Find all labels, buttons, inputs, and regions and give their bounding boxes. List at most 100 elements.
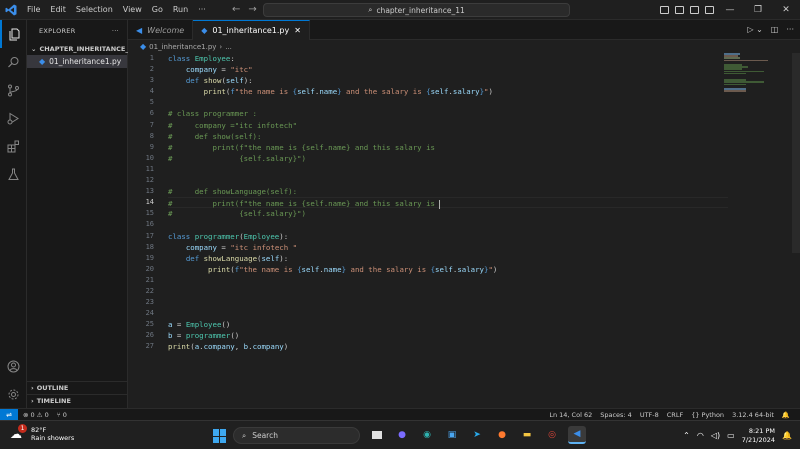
code-line-current: # print(f"the name is {self.name} and th… (168, 197, 728, 209)
account-icon[interactable] (0, 352, 27, 380)
close-icon[interactable]: ✕ (772, 0, 800, 20)
code-line: # company ="itc infotech" (168, 120, 298, 130)
line-number: 19 (145, 253, 154, 262)
code-line: # {self.salary}") (168, 153, 306, 163)
meet-app-icon[interactable]: ● (393, 426, 411, 444)
volume-icon[interactable]: ◁) (711, 431, 720, 440)
vscode-taskbar-icon[interactable]: ◀ (568, 426, 586, 444)
line-number: 27 (145, 342, 154, 351)
problems-indicator[interactable]: ⊗ 0 ⚠ 0 (23, 411, 49, 419)
ports-indicator[interactable]: ⑂ 0 (57, 411, 67, 419)
file-item[interactable]: ◆ 01_inheritance1.py (27, 55, 127, 68)
chevron-right-icon: › (31, 396, 34, 405)
explorer-icon[interactable] (0, 20, 27, 48)
minimap[interactable] (724, 53, 784, 93)
code-editor[interactable]: 1 2 3 4 5 6 7 8 9 10 11 12 13 14 15 16 17 18 19 20 21 22 23 24 2… (128, 53, 800, 408)
code-lines[interactable]: class Employee: company = "itc" def show… (168, 53, 728, 353)
edge-browser-icon[interactable]: ◉ (418, 426, 436, 444)
breadcrumb: ◆ 01_inheritance1.py › ... (128, 40, 800, 53)
command-center[interactable]: ⌕ chapter_inheritance_11 (263, 3, 570, 17)
minimize-icon[interactable]: — (716, 0, 744, 20)
customize-layout-icon[interactable] (705, 6, 714, 14)
code-line: # print(f"the name is {self.name} and th… (168, 142, 435, 152)
search-icon: ⌕ (242, 430, 247, 440)
telegram-icon[interactable]: ➤ (468, 426, 486, 444)
code-line: print(a.company, b.company) (168, 342, 289, 352)
code-line: print(f"the name is {self.name} and the … (203, 87, 493, 97)
menu-more[interactable]: ··· (193, 0, 211, 20)
manage-gear-icon[interactable] (0, 380, 27, 408)
testing-flask-icon[interactable] (0, 160, 27, 188)
line-number: 16 (145, 220, 154, 229)
weather-temperature: 82°F (31, 426, 47, 434)
tab-welcome[interactable]: ◀ Welcome (128, 20, 194, 40)
windows-start-icon[interactable] (213, 429, 227, 443)
search-view-icon[interactable] (0, 48, 27, 76)
more-actions-icon[interactable]: ··· (786, 20, 794, 40)
weather-description: Rain showers (31, 434, 75, 442)
menu-file[interactable]: File (22, 0, 45, 20)
code-line: b = programmer() (168, 331, 240, 341)
menu-selection[interactable]: Selection (71, 0, 118, 20)
task-view-icon[interactable] (368, 426, 386, 444)
folder-root[interactable]: ⌄ CHAPTER_INHERITANCE_11 (27, 42, 138, 55)
split-editor-icon[interactable]: ◫ (771, 20, 779, 40)
line-number: 9 (149, 142, 154, 151)
line-number: 6 (149, 109, 154, 118)
notification-center-icon[interactable]: 🔔 (782, 431, 792, 440)
clock[interactable]: 8:21 PM 7/21/2024 (742, 427, 775, 445)
menu-edit[interactable]: Edit (45, 0, 71, 20)
toggle-sidebar-icon[interactable] (660, 6, 669, 14)
vertical-scrollbar[interactable] (792, 53, 800, 253)
menu-run[interactable]: Run (168, 0, 193, 20)
breadcrumb-rest[interactable]: ... (225, 43, 232, 51)
python-file-icon: ◆ (140, 42, 147, 51)
menu-view[interactable]: View (118, 0, 147, 20)
code-line: def showLanguage(self): (185, 253, 289, 263)
wifi-icon[interactable]: ◠ (697, 431, 704, 440)
breadcrumb-file[interactable]: 01_inheritance1.py (149, 43, 216, 51)
system-tray: ⌃ ◠ ◁) ▭ 8:21 PM 7/21/2024 🔔 (683, 421, 792, 449)
restore-icon[interactable]: ❐ (744, 0, 772, 20)
explorer-title: EXPLORER (39, 27, 76, 35)
timeline-section[interactable]: › TIMELINE (27, 394, 128, 406)
line-number: 26 (145, 331, 154, 340)
store-icon[interactable]: ▣ (443, 426, 461, 444)
menu-go[interactable]: Go (147, 0, 168, 20)
activity-bar (0, 20, 27, 408)
line-number: 17 (145, 231, 154, 240)
python-file-icon: ◆ (39, 57, 46, 66)
clock-time: 8:21 PM (748, 426, 776, 435)
source-control-icon[interactable] (0, 76, 27, 104)
nav-arrows: ← → (232, 0, 257, 20)
battery-icon[interactable]: ▭ (727, 431, 735, 440)
toggle-secondary-sidebar-icon[interactable] (690, 6, 699, 14)
chevron-right-icon: › (31, 383, 34, 392)
line-number: 10 (145, 153, 154, 162)
toggle-panel-icon[interactable] (675, 6, 684, 14)
explorer-more-icon[interactable]: ··· (112, 27, 119, 35)
tab-inheritance[interactable]: ◆ 01_inheritance1.py ✕ (193, 20, 310, 40)
forward-arrow-icon[interactable]: → (248, 0, 256, 20)
chrome-icon[interactable]: ◎ (543, 426, 561, 444)
close-tab-icon[interactable]: ✕ (294, 26, 301, 35)
extensions-icon[interactable] (0, 132, 27, 160)
firefox-icon[interactable]: ● (493, 426, 511, 444)
line-number: 11 (145, 164, 154, 173)
weather-widget[interactable]: ☁ 1 82°F Rain showers (10, 424, 75, 442)
run-debug-icon[interactable] (0, 104, 27, 132)
line-number: 14 (145, 198, 154, 207)
chevron-up-icon[interactable]: ⌃ (683, 431, 690, 440)
line-number: 1 (149, 54, 154, 62)
run-python-icon[interactable]: ▷ ⌄ (747, 20, 762, 40)
outline-section[interactable]: › OUTLINE (27, 381, 128, 393)
file-explorer-icon[interactable]: ▬ (518, 426, 536, 444)
back-arrow-icon[interactable]: ← (232, 0, 240, 20)
line-number: 2 (149, 65, 154, 74)
remote-icon[interactable]: ⇌ (0, 408, 18, 421)
taskbar-search[interactable]: ⌕ Search (233, 427, 360, 444)
